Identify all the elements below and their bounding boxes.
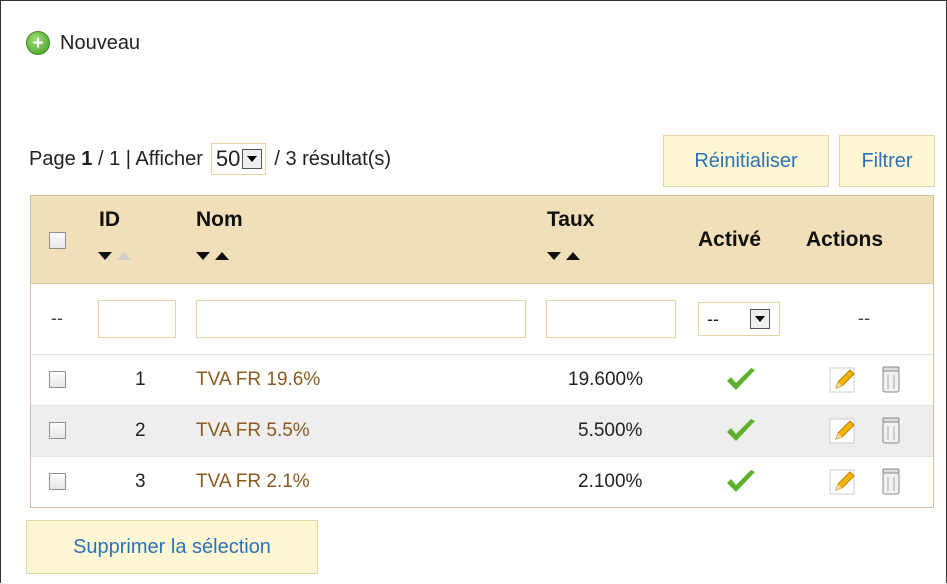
pagination-bar: Page 1 / 1 | Afficher 50 / 3 résultat(s) (29, 143, 391, 175)
sort-down-icon[interactable] (98, 252, 112, 260)
bulk-delete-button[interactable]: Supprimer la sélection (26, 520, 318, 574)
filter-rate-input[interactable] (546, 300, 676, 338)
row-rate: 2.100% (578, 471, 643, 492)
row-checkbox[interactable] (49, 371, 66, 388)
row-id: 1 (135, 369, 146, 390)
sort-down-icon[interactable] (547, 252, 561, 260)
checkmark-icon[interactable] (725, 367, 757, 393)
table-header: ID Nom Taux Activé Actions (31, 196, 933, 284)
filter-name-input[interactable] (196, 300, 526, 338)
tax-table: ID Nom Taux Activé Actions -- -- -- 1 TV… (30, 195, 934, 508)
row-name[interactable]: TVA FR 19.6% (196, 369, 320, 391)
new-label: Nouveau (60, 31, 141, 54)
pencil-icon[interactable] (828, 365, 858, 395)
header-active: Activé (698, 228, 762, 251)
filter-active-select[interactable]: -- (698, 302, 780, 336)
tax-rules-panel: + Nouveau Page 1 / 1 | Afficher 50 / 3 r… (0, 0, 947, 583)
filter-actions-placeholder: -- (858, 308, 870, 328)
filter-row: -- -- -- (31, 284, 933, 355)
pencil-icon[interactable] (828, 467, 858, 497)
row-checkbox[interactable] (49, 473, 66, 490)
results-count: / 3 résultat(s) (274, 147, 392, 170)
new-button[interactable]: + Nouveau (26, 31, 140, 55)
sort-name (196, 252, 229, 260)
trash-icon[interactable] (879, 416, 903, 446)
row-id: 2 (135, 420, 146, 441)
sort-down-icon[interactable] (196, 252, 210, 260)
checkmark-icon[interactable] (725, 469, 757, 495)
sort-up-icon[interactable] (117, 252, 131, 260)
chevron-down-icon (242, 149, 263, 169)
row-name[interactable]: TVA FR 5.5% (196, 420, 310, 442)
table-row[interactable]: 2 TVA FR 5.5% 5.500% (31, 406, 933, 457)
per-page-value: 50 (215, 146, 241, 171)
add-icon: + (26, 31, 50, 55)
reset-button[interactable]: Réinitialiser (663, 135, 829, 187)
filter-button[interactable]: Filtrer (839, 135, 935, 187)
row-id: 3 (135, 471, 146, 492)
filter-checkbox-placeholder: -- (51, 308, 63, 328)
page-total: / 1 | Afficher (97, 147, 203, 170)
page-prefix: Page (29, 147, 76, 170)
select-all-checkbox[interactable] (49, 232, 66, 249)
sort-up-icon[interactable] (566, 252, 580, 260)
table-row[interactable]: 1 TVA FR 19.6% 19.600% (31, 355, 933, 406)
checkmark-icon[interactable] (725, 418, 757, 444)
header-actions: Actions (806, 228, 884, 251)
filter-active-value: -- (707, 308, 719, 329)
table-row[interactable]: 3 TVA FR 2.1% 2.100% (31, 457, 933, 507)
trash-icon[interactable] (879, 467, 903, 497)
per-page-select[interactable]: 50 (210, 143, 267, 175)
header-id: ID (99, 208, 120, 231)
pencil-icon[interactable] (828, 416, 858, 446)
current-page: 1 (81, 147, 93, 170)
row-checkbox[interactable] (49, 422, 66, 439)
header-rate: Taux (547, 208, 595, 231)
trash-icon[interactable] (879, 365, 903, 395)
chevron-down-icon (750, 309, 770, 329)
row-rate: 19.600% (568, 369, 644, 390)
filter-id-input[interactable] (98, 300, 176, 338)
header-name: Nom (196, 208, 243, 231)
sort-up-icon[interactable] (215, 252, 229, 260)
row-rate: 5.500% (578, 420, 643, 441)
row-name[interactable]: TVA FR 2.1% (196, 471, 310, 493)
sort-rate (547, 252, 580, 260)
sort-id (98, 252, 131, 260)
